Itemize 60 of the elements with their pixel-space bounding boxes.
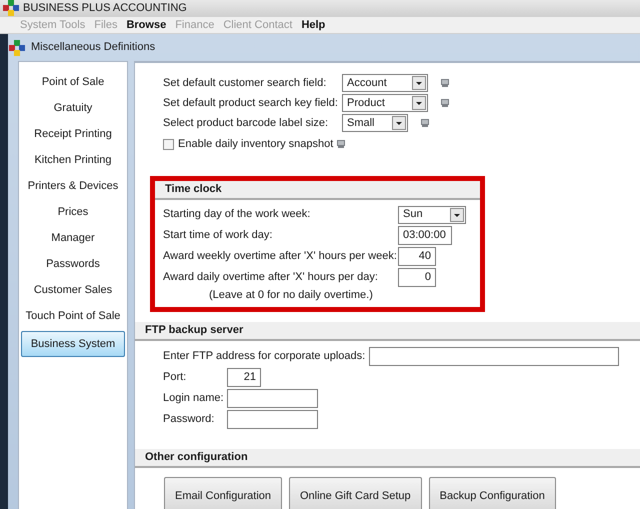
dropdown-value: Product bbox=[347, 96, 385, 111]
input-field[interactable]: 21 bbox=[227, 368, 261, 387]
field-label: Start time of work day: bbox=[163, 228, 274, 244]
sidebar-item[interactable]: Printers & Devices bbox=[21, 173, 125, 199]
logo-icon bbox=[9, 40, 25, 56]
caret-icon bbox=[392, 116, 406, 130]
field-label: Select product barcode label size: bbox=[163, 116, 330, 131]
field-label: Port: bbox=[163, 370, 188, 386]
note-icon bbox=[337, 140, 346, 148]
checkbox-label: Enable daily inventory snapshot bbox=[178, 136, 334, 152]
sidebar-item[interactable]: Customer Sales bbox=[21, 277, 125, 303]
field-label: Set default customer search field: bbox=[163, 76, 328, 91]
field-label: Award daily overtime after 'X' hours per day: bbox=[163, 270, 379, 286]
section-header: Other configuration bbox=[135, 449, 640, 468]
field-label: Award weekly overtime after 'X' hours per week: bbox=[163, 249, 398, 264]
sidebar-item[interactable]: Touch Point of Sale bbox=[21, 303, 125, 329]
config-button[interactable]: Backup Configuration bbox=[428, 477, 556, 509]
dropdown[interactable]: Small bbox=[342, 114, 408, 132]
config-button[interactable]: Email Configuration bbox=[164, 477, 282, 509]
window-title: BUSINESS PLUS ACCOUNTING bbox=[23, 1, 187, 16]
caret-icon bbox=[450, 208, 464, 222]
input-field[interactable] bbox=[227, 389, 318, 408]
note-text: (Leave at 0 for no daily overtime.) bbox=[208, 289, 374, 302]
dropdown-value: Account bbox=[347, 76, 387, 91]
field-label: Set default product search key field: bbox=[163, 96, 339, 111]
field-label: Login name: bbox=[163, 391, 225, 406]
sidebar-item[interactable]: Receipt Printing bbox=[21, 121, 125, 147]
dropdown[interactable]: Product bbox=[342, 94, 428, 112]
dropdown-value: Small bbox=[347, 116, 375, 131]
input-field[interactable]: 40 bbox=[398, 247, 436, 266]
caret-icon bbox=[412, 96, 426, 110]
checkbox[interactable] bbox=[163, 138, 174, 150]
input-field[interactable] bbox=[369, 347, 620, 366]
section-header: Time clock bbox=[155, 181, 480, 200]
menu-item[interactable]: Browse bbox=[126, 16, 166, 33]
note-icon bbox=[441, 99, 449, 107]
dropdown-value: Sun bbox=[403, 207, 423, 222]
sidebar-item[interactable]: Kitchen Printing bbox=[21, 147, 125, 173]
note-icon bbox=[441, 79, 449, 87]
field-label: Password: bbox=[163, 412, 216, 428]
field-label: Enter FTP address for corporate uploads: bbox=[163, 349, 366, 364]
config-button[interactable]: Online Gift Card Setup bbox=[289, 477, 422, 509]
sidebar-item[interactable]: Passwords bbox=[21, 251, 125, 277]
logo-icon bbox=[3, 0, 19, 16]
input-field[interactable]: 03:00:00 bbox=[398, 226, 452, 245]
sidebar-item[interactable]: Manager bbox=[21, 225, 125, 251]
sidebar-item[interactable]: Prices bbox=[21, 199, 125, 225]
section-header: FTP backup server bbox=[135, 322, 640, 341]
caret-icon bbox=[412, 76, 426, 90]
sidebar-item[interactable]: Business System bbox=[21, 331, 125, 357]
dropdown[interactable]: Sun bbox=[398, 206, 466, 224]
input-field[interactable]: 0 bbox=[398, 268, 436, 287]
dropdown[interactable]: Account bbox=[342, 74, 428, 92]
note-icon bbox=[421, 119, 429, 127]
sidebar-item[interactable]: Point of Sale bbox=[21, 69, 125, 95]
subwindow-title: Miscellaneous Definitions bbox=[31, 40, 156, 56]
input-field[interactable] bbox=[227, 410, 318, 429]
menu-item[interactable]: Help bbox=[301, 16, 326, 33]
sidebar-item[interactable]: Gratuity bbox=[21, 95, 125, 121]
field-label: Starting day of the work week: bbox=[163, 207, 312, 222]
